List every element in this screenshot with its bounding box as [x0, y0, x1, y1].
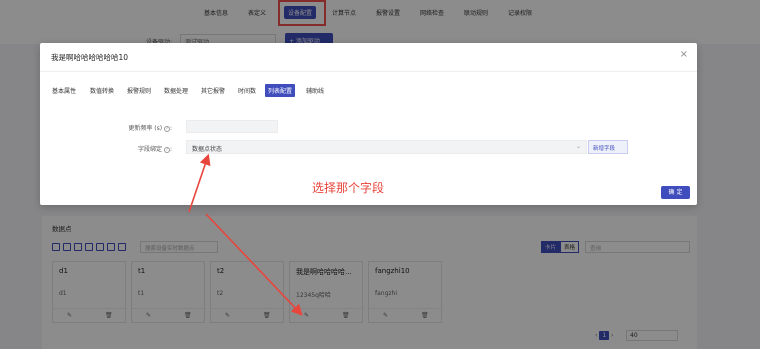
tab-alarm-rules[interactable]: 报警规则 — [127, 86, 151, 95]
annotation-text: 选择那个字段 — [312, 181, 385, 195]
field-binding-select[interactable]: 数据点状态 ⌄ — [186, 140, 587, 154]
update-frequency-label: 更新频率 (s) ?: — [128, 125, 172, 132]
tab-other-alarms[interactable]: 其它报警 — [201, 86, 225, 95]
tab-data-processing[interactable]: 数据处理 — [164, 86, 188, 95]
add-field-button[interactable]: 新增字段 — [588, 140, 628, 154]
tab-value-conversion[interactable]: 数值转换 — [90, 86, 114, 95]
modal-divider — [40, 71, 697, 72]
confirm-button[interactable]: 确 定 — [661, 186, 690, 199]
question-icon[interactable]: ? — [163, 125, 170, 132]
field-binding-label: 字段绑定 ?: — [138, 146, 172, 153]
modal-title: 我是啊哈哈哈哈哈哈10 — [51, 53, 129, 62]
tab-basic-attributes[interactable]: 基本属性 — [52, 86, 76, 95]
question-icon[interactable]: ? — [163, 146, 170, 153]
field-binding-value: 数据点状态 — [192, 146, 223, 153]
update-frequency-input[interactable] — [186, 120, 278, 133]
tab-list-config[interactable]: 列表配置 — [265, 84, 296, 97]
chevron-down-icon[interactable]: ⌄ — [576, 143, 581, 150]
tab-guide-lines[interactable]: 辅助线 — [306, 86, 324, 95]
close-icon[interactable]: × — [680, 50, 688, 60]
tab-time-count[interactable]: 时间数 — [238, 86, 256, 95]
